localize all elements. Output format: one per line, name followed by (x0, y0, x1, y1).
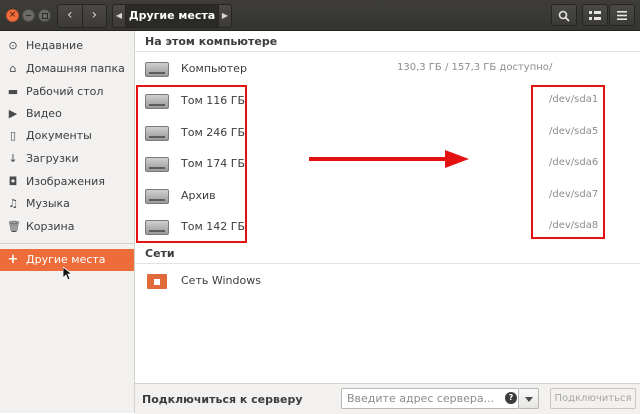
sidebar-item-downloads[interactable]: ↓ Загрузки (0, 148, 134, 170)
path-scroll-right-button[interactable]: ▶ (219, 5, 231, 27)
sidebar-item-documents[interactable]: ▯ Документы (0, 125, 134, 147)
plus-icon: + (7, 252, 19, 267)
server-address-input[interactable] (342, 389, 502, 408)
connect-to-server-bar: Подключиться к серверу ? Подключиться (135, 383, 640, 414)
mouse-pointer-icon (63, 267, 72, 281)
clock-icon: ⊙ (8, 39, 18, 52)
server-address-container: ? (341, 388, 519, 409)
sidebar-item-trash[interactable]: 🗑 Корзина (0, 216, 134, 238)
download-icon: ↓ (8, 152, 18, 165)
sidebar-divider (0, 243, 134, 244)
list-view-icon (589, 11, 601, 20)
sidebar-item-label: Корзина (26, 220, 75, 233)
main-content: На этом компьютере Компьютер 130,3 ГБ / … (135, 31, 640, 383)
drive-capacity: 130,3 ГБ / 157,3 ГБ доступно (397, 62, 549, 73)
search-icon (558, 10, 570, 22)
close-icon: × (8, 10, 17, 20)
path-bar: ◀ Другие места ▶ (112, 4, 232, 28)
trash-icon: 🗑 (7, 220, 21, 233)
network-name: Сеть Windows (181, 274, 261, 287)
section-title-computer: На этом компьютере (145, 35, 278, 48)
network-icon (147, 274, 167, 289)
path-current-button[interactable]: Другие места (125, 5, 219, 27)
back-button[interactable]: ‹ (58, 5, 82, 27)
header-bar: × ‹ › ◀ Другие места ▶ (0, 0, 640, 31)
annotation-arrow (309, 157, 447, 161)
connect-to-server-label: Подключиться к серверу (142, 393, 303, 406)
drive-icon (145, 62, 169, 77)
hamburger-menu-icon (617, 11, 627, 20)
triangle-left-icon: ◀ (115, 11, 123, 20)
annotation-box-volumes (136, 85, 247, 243)
triangle-right-icon: ▶ (221, 11, 229, 20)
desktop-folder-icon: ▬ (7, 85, 19, 98)
drive-name: Компьютер (181, 62, 247, 75)
sidebar-item-label: Рабочий стол (26, 85, 104, 98)
network-row-windows[interactable]: Сеть Windows (135, 265, 640, 297)
video-icon: ▶ (8, 107, 18, 120)
sidebar-item-recent[interactable]: ⊙ Недавние (0, 35, 134, 57)
minimize-window-button[interactable] (22, 9, 35, 22)
sidebar: ⊙ Недавние ⌂ Домашняя папка ▬ Рабочий ст… (0, 31, 135, 413)
server-history-dropdown[interactable] (519, 388, 539, 409)
navigation-buttons: ‹ › (57, 4, 107, 28)
sidebar-item-label: Загрузки (26, 152, 79, 165)
home-icon: ⌂ (9, 62, 17, 75)
annotation-arrow-head (445, 150, 469, 168)
sidebar-item-home[interactable]: ⌂ Домашняя папка (0, 58, 134, 80)
drive-mount-path: / (549, 62, 553, 73)
section-divider (135, 51, 640, 52)
sidebar-item-pictures[interactable]: ◘ Изображения (0, 171, 134, 193)
connect-button[interactable]: Подключиться (550, 388, 636, 409)
forward-icon: › (91, 7, 98, 23)
music-icon: ♫ (8, 197, 18, 210)
sidebar-item-label: Видео (26, 107, 62, 120)
sidebar-item-label: Музыка (26, 197, 70, 210)
sidebar-item-label: Документы (26, 129, 92, 142)
search-button[interactable] (551, 4, 577, 26)
path-scroll-left-button[interactable]: ◀ (113, 5, 125, 27)
document-icon: ▯ (9, 129, 17, 142)
drive-row-computer[interactable]: Компьютер 130,3 ГБ / 157,3 ГБ доступно / (135, 53, 640, 85)
menu-button[interactable] (609, 4, 635, 26)
sidebar-item-music[interactable]: ♫ Музыка (0, 193, 134, 215)
sidebar-item-label: Изображения (26, 175, 105, 188)
help-icon[interactable]: ? (505, 392, 517, 404)
sidebar-item-videos[interactable]: ▶ Видео (0, 103, 134, 125)
back-icon: ‹ (66, 7, 73, 23)
section-title-networks: Сети (145, 247, 175, 260)
section-divider (135, 263, 640, 264)
forward-button[interactable]: › (81, 5, 107, 27)
view-options-button[interactable] (582, 4, 608, 26)
sidebar-item-label: Домашняя папка (26, 62, 125, 75)
sidebar-item-label: Недавние (26, 39, 83, 52)
maximize-window-button[interactable] (38, 9, 51, 22)
close-window-button[interactable]: × (6, 9, 19, 22)
annotation-box-devices (531, 85, 605, 239)
camera-icon: ◘ (8, 175, 18, 188)
sidebar-item-desktop[interactable]: ▬ Рабочий стол (0, 81, 134, 103)
